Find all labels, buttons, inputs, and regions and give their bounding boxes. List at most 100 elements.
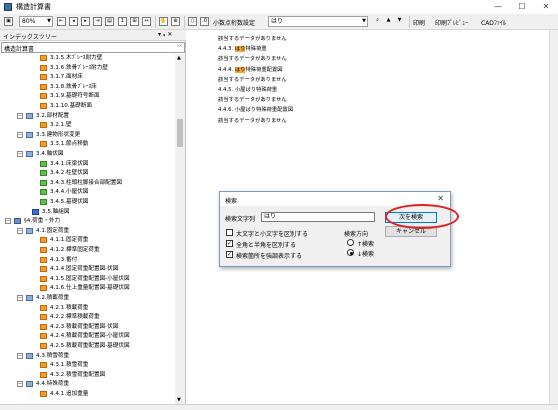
line-text: 特殊荷重 (245, 46, 267, 53)
prev-page-icon[interactable]: ◂ (69, 17, 78, 26)
direction-up-radio[interactable] (347, 239, 354, 246)
tree-item[interactable]: 3.4.1.床梁伏図 (0, 160, 175, 168)
document-select[interactable]: 構造計算書 ﹀ (1, 42, 185, 53)
tree-item[interactable]: − 3.4.軸伏図 (0, 150, 175, 158)
zoom-100-icon[interactable]: 1 (118, 17, 127, 26)
tree-item[interactable]: 3.1.10.基礎断面 (0, 102, 175, 110)
line-text: 4.4.5. 小屋ばり特殊荷重 (218, 87, 278, 93)
tree-item[interactable]: 4.2.4.積載荷重配置図-小屋伏図 (0, 332, 175, 340)
tree-item[interactable]: 4.1.1.固定荷重 (0, 236, 175, 244)
collapse-icon[interactable]: − (17, 131, 23, 138)
collapse-icon[interactable]: − (17, 381, 23, 388)
tree-item[interactable]: 4.1.6.仕上重量配置図-基礎伏図 (0, 284, 175, 292)
collapse-icon[interactable]: − (17, 112, 23, 119)
tree-item[interactable]: − 4.4.特殊荷重 (0, 380, 175, 388)
tree-item[interactable]: 4.2.3.積載荷重配置図-伏図 (0, 323, 175, 331)
find-prev-icon[interactable]: ▲ (384, 17, 393, 26)
tree-item[interactable]: 3.3.1.節点移動 (0, 140, 175, 148)
tree-item-label: 4.3.2.積雪荷重配置図 (50, 371, 106, 378)
tree-item[interactable]: 3.1.7.面材床 (0, 73, 175, 81)
page-icon (40, 391, 47, 397)
print-button[interactable]: 印刷 (413, 18, 425, 27)
tree-item[interactable]: 3.1.5.木ﾌﾞﾚｰｽ耐力壁 (0, 54, 175, 62)
index-tree[interactable]: 3.1.5.木ﾌﾞﾚｰｽ耐力壁 3.1.6.鉄骨ﾌﾞﾚｰｽ耐力壁 3.1.7.面材床… (0, 54, 175, 404)
case-checkbox[interactable] (226, 229, 233, 236)
page-icon (40, 362, 47, 369)
last-page-icon[interactable]: ⇥ (93, 17, 102, 26)
cad-file-button[interactable]: CADﾌｧｲﾙ (481, 18, 506, 27)
search-combo[interactable]: はり ▼ (268, 16, 368, 27)
collapse-icon[interactable]: − (17, 151, 23, 157)
tree-scrollbar[interactable]: ▲ ▼ (175, 54, 185, 404)
close-button[interactable]: ✕ (534, 0, 558, 14)
tree-item[interactable]: 4.3.2.積雪荷重配置図 (0, 371, 175, 379)
direction-down-radio[interactable] (347, 249, 354, 256)
first-page-icon[interactable]: ⇤ (57, 17, 66, 26)
binoculars-icon[interactable]: ⌕ (373, 17, 382, 26)
toolbar: ▣ 80% ▼ ⇤ ◂ ▸ ⇥ ▤ 1 ⊞ ↔ ✋ ⊕ ▯ .0 小数点桁数設定… (0, 14, 558, 30)
status-bar (0, 404, 558, 410)
search-input[interactable]: はり (261, 212, 375, 222)
tree-item-label: 4.4.1.追加重量 (50, 391, 89, 397)
tree-item[interactable]: 3.1.6.鉄骨ﾌﾞﾚｰｽ耐力壁 (0, 64, 175, 72)
page-icon (40, 275, 47, 282)
tree-item-label: 3.2.1.壁 (50, 122, 72, 129)
search-label: 検索文字列 (225, 216, 256, 223)
fit-width-icon[interactable]: ↔ (142, 17, 151, 26)
tree-item[interactable]: 4.3.1.積雪荷重 (0, 361, 175, 369)
tree-item[interactable]: − 4.2.積載荷重 (0, 294, 175, 302)
tree-item[interactable]: 3.1.8.鉄骨ﾌﾞﾚｰｽ床 (0, 83, 175, 91)
collapse-icon[interactable]: − (17, 295, 23, 301)
tree-item[interactable]: 3.4.5.基礎伏図 (0, 198, 175, 206)
tree-item[interactable]: 3.4.4.小屋伏図 (0, 188, 175, 196)
tree-item[interactable]: 4.4.1.追加重量 (0, 390, 175, 398)
tree-item[interactable]: − 3.3.建物形状変更 (0, 131, 175, 139)
tree-item[interactable]: 3.2.1.壁 (0, 121, 175, 129)
maximize-button[interactable]: ☐ (510, 0, 534, 14)
print-preview-button[interactable]: 印刷ﾌﾟﾚﾋﾞｭｰ (435, 18, 468, 27)
zoom-icon[interactable]: ⊕ (171, 17, 180, 26)
tree-item[interactable]: 3.1.9.基礎符号断面 (0, 92, 175, 100)
tree-item[interactable]: 4.2.1.積載荷重 (0, 304, 175, 312)
tree-item[interactable]: − 4.1.固定荷重 (0, 227, 175, 235)
next-page-icon[interactable]: ▸ (81, 17, 90, 26)
line-text: 該当するデータがありません (218, 76, 287, 83)
zoom-select[interactable]: 80% ▼ (19, 16, 53, 27)
decimal-icon[interactable]: .0 (200, 17, 209, 26)
open-icon[interactable]: ▣ (4, 17, 13, 26)
find-next-icon[interactable]: ▼ (395, 17, 404, 26)
decimal-setting-button[interactable]: 小数点桁数設定 (213, 18, 255, 27)
tree-item[interactable]: 3.4.2.柱壁伏図 (0, 169, 175, 177)
tree-item[interactable]: 4.2.5.積載荷重配置図-基礎伏図 (0, 342, 175, 350)
tree-item[interactable]: 3.4.3.柱頭柱脚接合部配置図 (0, 179, 175, 187)
scroll-up-icon[interactable]: ▲ (177, 55, 181, 61)
collapse-icon[interactable]: − (17, 227, 23, 234)
tree-item-label: 3.1.10.基礎断面 (50, 103, 92, 109)
width-checkbox[interactable]: ✓ (226, 240, 233, 247)
collapse-icon[interactable]: − (5, 218, 11, 225)
tree-item[interactable]: − 4.3.積雪荷重 (0, 352, 175, 360)
tree-item[interactable]: 4.2.2.標準積載荷重 (0, 313, 175, 321)
fit-icon[interactable]: ▤ (105, 17, 114, 26)
scroll-thumb[interactable] (177, 119, 183, 147)
tree-item[interactable]: 3.5.軸組図 (0, 208, 175, 216)
scroll-down-icon[interactable]: ▼ (177, 397, 181, 403)
panel-pin-icon[interactable]: ▾ ᵩ ✕ (158, 31, 172, 38)
highlight-checkbox[interactable]: ✓ (226, 251, 233, 258)
tree-item[interactable]: − 3.2.部材配置 (0, 112, 175, 120)
page-icon (40, 55, 47, 61)
tree-item[interactable]: − §4.荷重・外力 (0, 217, 175, 225)
fit-page-icon[interactable]: ⊞ (130, 17, 139, 26)
minimize-button[interactable]: — (486, 0, 510, 14)
hand-icon[interactable]: ✋ (159, 17, 168, 26)
tree-item[interactable]: 4.1.4.固定荷重配置図-伏図 (0, 265, 175, 273)
document-scrollbar[interactable] (549, 30, 558, 404)
tree-item[interactable]: 4.1.5.固定荷重配置図-小屋伏図 (0, 275, 175, 283)
tree-item[interactable]: 4.1.2.標準固定荷重 (0, 246, 175, 254)
close-icon[interactable]: ✕ (437, 194, 444, 203)
page-icon[interactable]: ▯ (188, 17, 197, 26)
line-text: 4.4.6. 小屋ばり特殊荷重配置図 (218, 107, 294, 114)
tree-item[interactable]: 4.1.3.番付 (0, 256, 175, 264)
highlight-label: 検索箇所を強調表示する (236, 253, 303, 260)
collapse-icon[interactable]: − (17, 352, 23, 359)
